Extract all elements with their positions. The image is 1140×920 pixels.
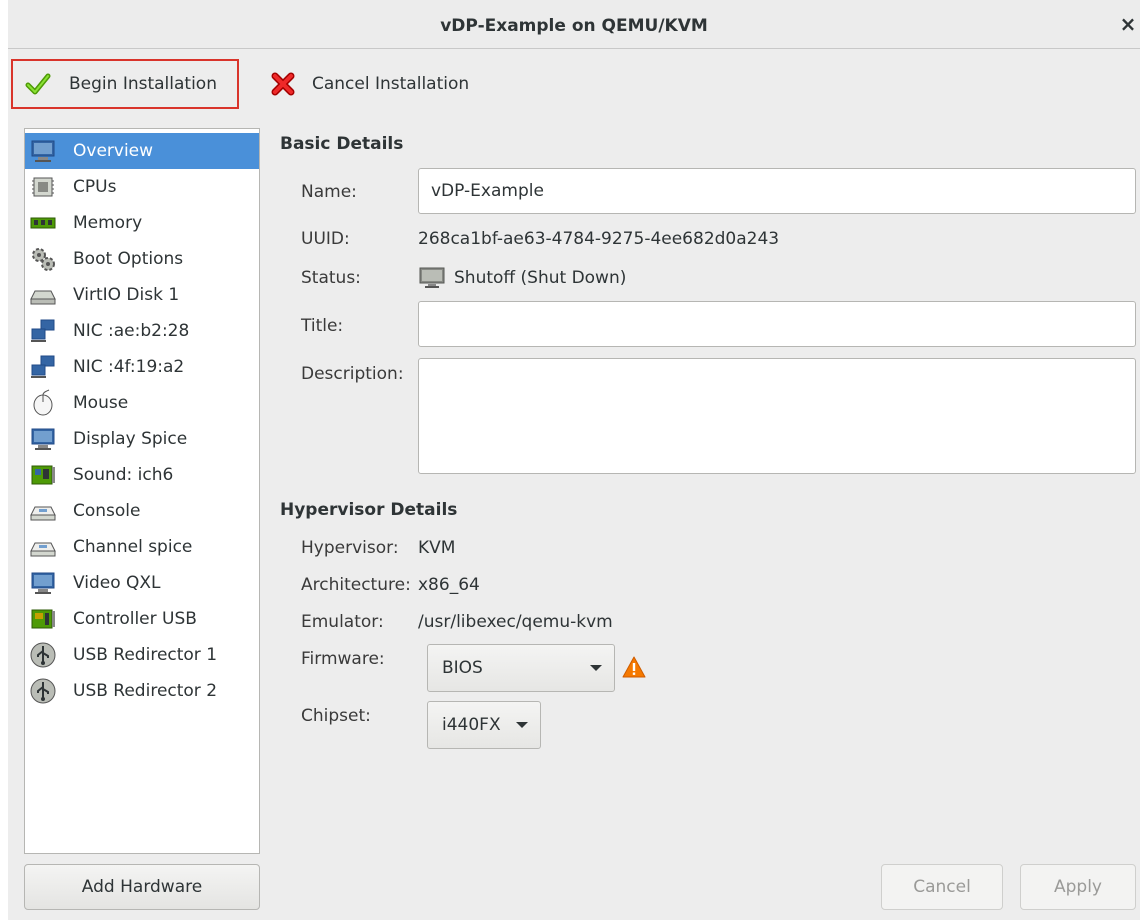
display-icon bbox=[31, 572, 55, 594]
mouse-icon bbox=[33, 389, 53, 416]
toolbar: Begin Installation Cancel Installation bbox=[8, 49, 1140, 117]
architecture-value: x86_64 bbox=[418, 575, 480, 595]
sidebar-item-display-spice[interactable]: Display Spice bbox=[25, 421, 259, 457]
begin-installation-label: Begin Installation bbox=[69, 74, 217, 94]
checkmark-icon bbox=[25, 73, 51, 95]
sidebar-item-nic-1[interactable]: NIC :ae:b2:28 bbox=[25, 313, 259, 349]
disk-icon bbox=[30, 290, 56, 305]
sidebar-item-console[interactable]: Console bbox=[25, 493, 259, 529]
sidebar-item-label: Overview bbox=[73, 141, 154, 161]
gears-icon bbox=[32, 248, 55, 271]
window-title: vDP-Example on QEMU/KVM bbox=[440, 16, 708, 36]
firmware-label: Firmware: bbox=[301, 649, 385, 669]
description-field[interactable] bbox=[418, 358, 1136, 474]
memory-icon bbox=[30, 217, 56, 229]
architecture-label: Architecture: bbox=[301, 575, 411, 595]
sidebar-item-label: Channel spice bbox=[73, 537, 193, 557]
sidebar-item-label: VirtIO Disk 1 bbox=[73, 285, 180, 305]
sidebar-item-label: Mouse bbox=[73, 393, 129, 413]
usb-icon bbox=[30, 642, 56, 668]
emulator-value: /usr/libexec/qemu-kvm bbox=[418, 612, 613, 632]
hypervisor-details-heading: Hypervisor Details bbox=[280, 500, 458, 520]
network-icon bbox=[31, 319, 55, 342]
chipset-label: Chipset: bbox=[301, 706, 371, 726]
cancel-button[interactable]: Cancel bbox=[881, 864, 1003, 910]
status-label: Status: bbox=[301, 268, 361, 288]
sidebar-item-nic-2[interactable]: NIC :4f:19:a2 bbox=[25, 349, 259, 385]
title-label: Title: bbox=[301, 316, 344, 336]
sidebar-item-controller-usb[interactable]: Controller USB bbox=[25, 601, 259, 637]
cancel-installation-button[interactable]: Cancel Installation bbox=[270, 59, 500, 109]
sidebar-item-label: Controller USB bbox=[73, 609, 197, 629]
basic-details-heading: Basic Details bbox=[280, 134, 404, 154]
sidebar-item-label: USB Redirector 1 bbox=[73, 645, 218, 665]
controller-icon bbox=[31, 609, 55, 629]
apply-button[interactable]: Apply bbox=[1020, 864, 1136, 910]
sidebar-item-cpus[interactable]: CPUs bbox=[25, 169, 259, 205]
uuid-label: UUID: bbox=[301, 229, 350, 249]
vm-details-window: vDP-Example on QEMU/KVM × Begin Installa… bbox=[8, 0, 1140, 920]
serial-icon bbox=[30, 542, 56, 557]
chevron-down-icon bbox=[516, 722, 528, 728]
display-icon bbox=[31, 428, 55, 450]
begin-installation-button[interactable]: Begin Installation bbox=[11, 59, 239, 109]
cpu-icon bbox=[32, 177, 54, 197]
cancel-installation-label: Cancel Installation bbox=[312, 74, 470, 94]
sidebar-item-overview[interactable]: Overview bbox=[25, 133, 259, 169]
name-field[interactable]: vDP-Example bbox=[418, 168, 1136, 214]
description-label: Description: bbox=[301, 364, 404, 384]
sidebar-item-virtio-disk[interactable]: VirtIO Disk 1 bbox=[25, 277, 259, 313]
firmware-selected: BIOS bbox=[442, 658, 483, 678]
hypervisor-label: Hypervisor: bbox=[301, 538, 399, 558]
sidebar-item-label: CPUs bbox=[73, 177, 117, 197]
usb-icon bbox=[30, 678, 56, 704]
uuid-value: 268ca1bf-ae63-4784-9275-4ee682d0a243 bbox=[418, 229, 780, 249]
title-field[interactable] bbox=[418, 301, 1136, 347]
emulator-label: Emulator: bbox=[301, 612, 384, 632]
red-x-icon bbox=[271, 72, 295, 96]
sidebar-item-label: Memory bbox=[73, 213, 143, 233]
sidebar-item-label: USB Redirector 2 bbox=[73, 681, 218, 701]
chipset-selected: i440FX bbox=[442, 715, 501, 735]
sound-card-icon bbox=[31, 465, 55, 485]
sidebar-item-boot-options[interactable]: Boot Options bbox=[25, 241, 259, 277]
sidebar-item-usb-redirector-1[interactable]: USB Redirector 1 bbox=[25, 637, 259, 673]
monitor-icon bbox=[31, 140, 55, 162]
sidebar-item-label: NIC :4f:19:a2 bbox=[73, 357, 185, 377]
sidebar-item-mouse[interactable]: Mouse bbox=[25, 385, 259, 421]
warning-icon bbox=[622, 656, 646, 678]
sidebar-item-channel-spice[interactable]: Channel spice bbox=[25, 529, 259, 565]
sidebar-item-label: Console bbox=[73, 501, 141, 521]
network-icon bbox=[31, 355, 55, 378]
serial-icon bbox=[30, 506, 56, 521]
status-value: Shutoff (Shut Down) bbox=[454, 268, 627, 288]
sidebar-item-memory[interactable]: Memory bbox=[25, 205, 259, 241]
close-button[interactable]: × bbox=[1116, 12, 1140, 36]
title-bar: vDP-Example on QEMU/KVM × bbox=[8, 0, 1140, 49]
sidebar-item-sound[interactable]: Sound: ich6 bbox=[25, 457, 259, 493]
hypervisor-value: KVM bbox=[418, 538, 456, 558]
name-field-value: vDP-Example bbox=[431, 181, 544, 201]
sidebar-item-label: Sound: ich6 bbox=[73, 465, 174, 485]
sidebar-item-label: NIC :ae:b2:28 bbox=[73, 321, 190, 341]
chipset-dropdown[interactable]: i440FX bbox=[427, 701, 541, 749]
add-hardware-button[interactable]: Add Hardware bbox=[24, 864, 260, 910]
sidebar-item-usb-redirector-2[interactable]: USB Redirector 2 bbox=[25, 673, 259, 709]
sidebar-item-video-qxl[interactable]: Video QXL bbox=[25, 565, 259, 601]
name-label: Name: bbox=[301, 182, 357, 202]
hardware-list: Overview CPUs Memory Boot Options VirtIO… bbox=[24, 128, 260, 854]
chevron-down-icon bbox=[590, 665, 602, 671]
shutoff-icon bbox=[419, 267, 445, 288]
sidebar-item-label: Display Spice bbox=[73, 429, 188, 449]
sidebar-item-label: Boot Options bbox=[73, 249, 184, 269]
sidebar-item-label: Video QXL bbox=[73, 573, 161, 593]
firmware-dropdown[interactable]: BIOS bbox=[427, 644, 615, 692]
